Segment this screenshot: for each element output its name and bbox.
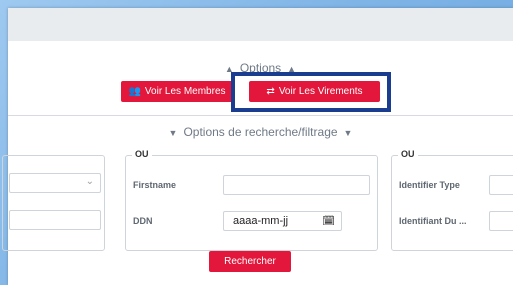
header-bar (8, 8, 513, 41)
filter-group-2: OU Firstname DDN aaaa-mm-jj 🗓 (125, 149, 378, 251)
identifier-type-input[interactable] (489, 175, 513, 195)
chevron-down-icon: ⌄ (85, 176, 94, 187)
main-panel: ▲ Options ▲ 👥 Voir Les Membres ⇄ Voir Les … (2, 8, 513, 285)
ddn-label: DDN (133, 216, 153, 226)
identifier-input[interactable] (9, 210, 101, 230)
search-button[interactable]: Rechercher (209, 251, 291, 272)
caret-down-icon: ▼ (343, 128, 353, 138)
divider (8, 115, 513, 116)
group-legend: OU (398, 149, 418, 159)
highlight-box (231, 72, 391, 112)
firstname-label: Firstname (133, 180, 177, 190)
filter-label: Options de recherche/filtrage (183, 125, 338, 139)
firstname-input[interactable] (223, 175, 370, 195)
filter-toggle[interactable]: ▼ Options de recherche/filtrage ▼ (8, 125, 513, 139)
users-icon: 👥 (128, 86, 141, 97)
filter-group-1: ⌄ (2, 155, 105, 251)
calendar-icon[interactable]: 🗓 (322, 216, 335, 227)
caret-down-icon: ▼ (168, 128, 178, 138)
identifier-type-label: Identifier Type (399, 180, 460, 190)
date-placeholder: aaaa-mm-jj (233, 215, 289, 227)
type-select[interactable]: ⌄ (9, 173, 101, 193)
identifier-label: Identifiant Du ... (399, 216, 467, 226)
view-members-button[interactable]: 👥 Voir Les Membres (121, 81, 233, 102)
identifier-value-input[interactable] (489, 211, 513, 231)
ddn-date-input[interactable]: aaaa-mm-jj 🗓 (223, 211, 342, 231)
filter-group-3: OU Identifier Type Identifiant Du ... (391, 149, 513, 251)
group-legend: OU (132, 149, 152, 159)
